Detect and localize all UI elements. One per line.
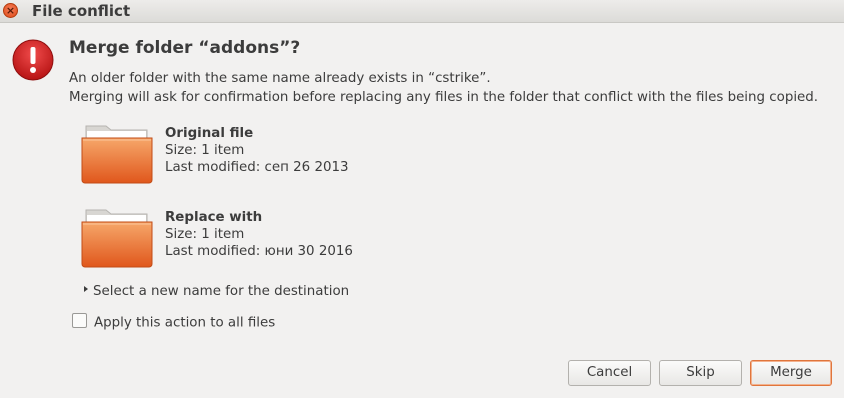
title-bar: × File conflict xyxy=(0,0,844,23)
expander-label: Select a new name for the destination xyxy=(93,284,350,299)
window-title: File conflict xyxy=(32,2,131,20)
replace-file-info: Replace with Size: 1 item Last modified:… xyxy=(165,209,353,260)
warning-icon xyxy=(12,39,54,81)
folder-icon xyxy=(81,209,153,268)
replace-file-modified: Last modified: юни 30 2016 xyxy=(165,244,353,259)
merge-button[interactable]: Merge xyxy=(750,360,832,386)
description-line-1: An older folder with the same name alrea… xyxy=(69,71,491,86)
replace-file-title: Replace with xyxy=(165,210,263,225)
rename-expander[interactable]: Select a new name for the destination xyxy=(84,284,349,299)
dialog-heading: Merge folder “addons”? xyxy=(69,38,301,58)
apply-all-row[interactable]: Apply this action to all files xyxy=(72,313,276,331)
original-file-modified: Last modified: сеп 26 2013 xyxy=(165,160,349,175)
original-file-title: Original file xyxy=(165,126,254,141)
replace-file-size: Size: 1 item xyxy=(165,227,245,242)
folder-icon xyxy=(81,125,153,184)
expander-arrow-icon xyxy=(84,286,88,292)
close-icon[interactable]: × xyxy=(3,3,18,18)
description-line-2: Merging will ask for confirmation before… xyxy=(69,90,819,105)
apply-all-checkbox[interactable] xyxy=(72,313,87,328)
cancel-button[interactable]: Cancel xyxy=(568,360,651,386)
dialog-description: An older folder with the same name alrea… xyxy=(69,69,818,107)
apply-all-label: Apply this action to all files xyxy=(94,315,276,331)
skip-button[interactable]: Skip xyxy=(659,360,742,386)
original-file-info: Original file Size: 1 item Last modified… xyxy=(165,125,349,176)
original-file-size: Size: 1 item xyxy=(165,143,245,158)
